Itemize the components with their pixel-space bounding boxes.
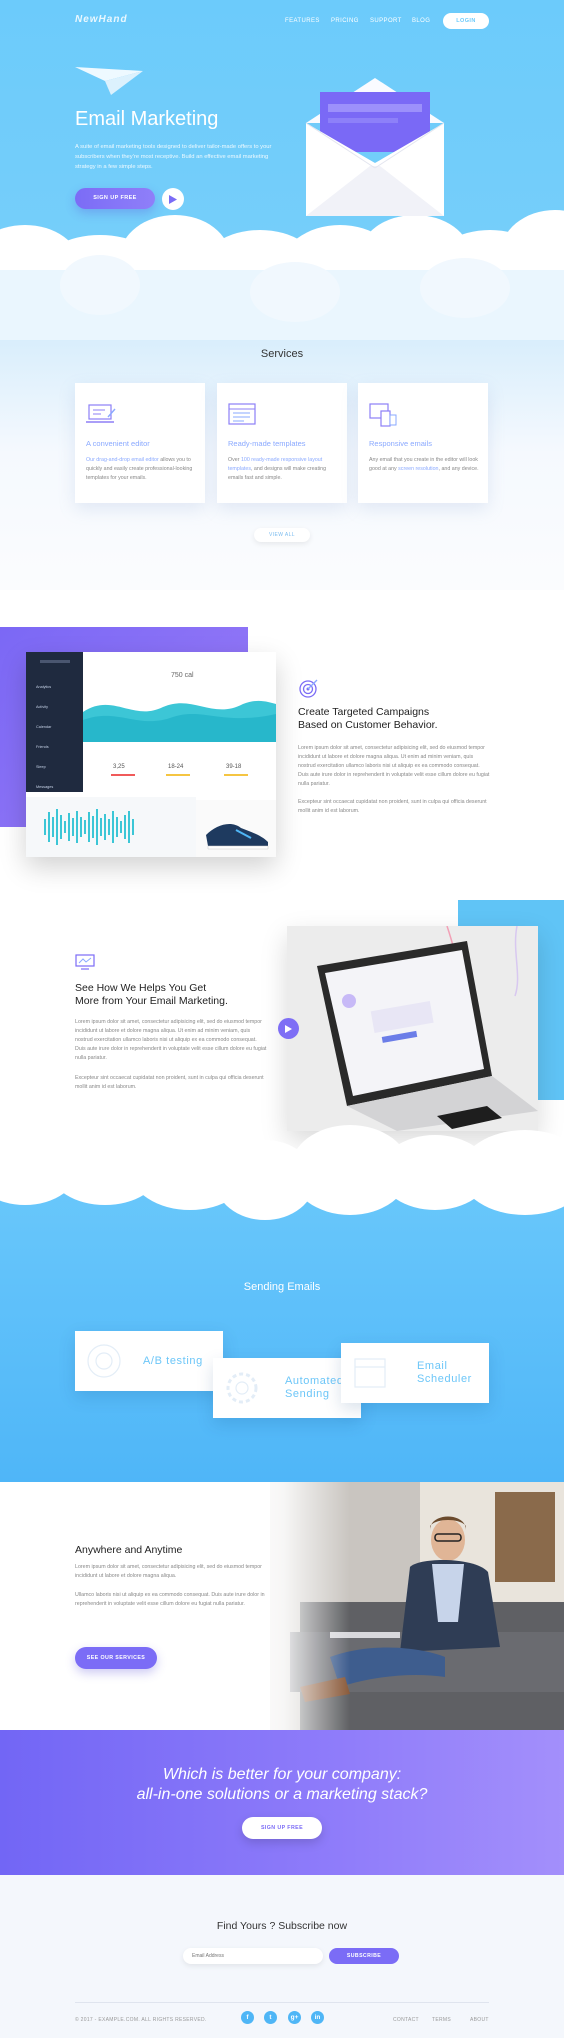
view-all-button[interactable]: VIEW ALL: [254, 528, 310, 542]
feature-card-automated-sending[interactable]: Automated Sending: [213, 1358, 361, 1418]
feature-label-line: Sending: [285, 1388, 330, 1400]
dash-menu-item: Calendar: [36, 725, 52, 729]
card-link[interactable]: screen resolution: [398, 466, 438, 472]
heading-line: More from Your Email Marketing.: [75, 995, 228, 1007]
feature-label-line: Email: [417, 1360, 448, 1372]
hero-description: A suite of email marketing tools designe…: [75, 144, 272, 170]
feature-label-line: A/B testing: [143, 1355, 203, 1367]
see-services-button[interactable]: SEE OUR SERVICES: [75, 1647, 157, 1669]
card-text-body: , and any device.: [438, 466, 479, 472]
dashboard-screenshot: Analytics Activity Calendar Friends Slee…: [26, 652, 276, 857]
anywhere-paragraph-2: Ullamco laboris nisi ut aliquip ex ea co…: [75, 1592, 265, 1607]
service-card-responsive[interactable]: Responsive emails Any email that you cre…: [358, 383, 488, 503]
feature-card-label: A/B testing: [143, 1355, 203, 1368]
laptop-edit-icon: [86, 404, 116, 423]
target-icon: [299, 679, 318, 698]
footer-divider: [75, 2002, 489, 2003]
hero-play-button[interactable]: [162, 188, 184, 210]
laptop-photo: [287, 926, 538, 1131]
dash-menu-item: Friends: [36, 745, 49, 749]
footer-link-terms[interactable]: TERMS: [432, 2017, 451, 2023]
nav-blog[interactable]: BLOG: [412, 18, 430, 24]
nav-support[interactable]: SUPPORT: [370, 18, 402, 24]
google-plus-icon[interactable]: g+: [288, 2011, 301, 2024]
heading-line: Create Targeted Campaigns: [298, 706, 430, 718]
helps-heading: See How We Helps You Get More from Your …: [75, 982, 228, 1008]
campaigns-paragraph-1: Lorem ipsum dolor sit amet, consectetur …: [298, 745, 490, 787]
feature-label-line: Automated: [285, 1375, 344, 1387]
subscribe-title: Find Yours ? Subscribe now: [216, 1920, 348, 1932]
dashboard-menu: Analytics Activity Calendar Friends Slee…: [36, 677, 73, 797]
facebook-icon[interactable]: f: [241, 2011, 254, 2024]
anywhere-paragraph-1: Lorem ipsum dolor sit amet, consectetur …: [75, 1564, 262, 1579]
template-icon: [228, 403, 256, 425]
cta-line: all-in-one solutions or a marketing stac…: [136, 1786, 428, 1803]
card-text: Any email that you create in the editor …: [369, 456, 479, 474]
calendar-icon: [354, 1358, 386, 1388]
campaigns-paragraph-2: Excepteur sint occaecat cupidatat non pr…: [298, 799, 487, 814]
site-logo[interactable]: NewHand: [75, 14, 128, 25]
nav-features[interactable]: FEATURES: [285, 18, 320, 24]
feature-label-line: Scheduler: [417, 1373, 472, 1385]
feature-card-email-scheduler[interactable]: Email Scheduler: [341, 1343, 489, 1403]
dashboard-stat: 18-24: [168, 764, 184, 770]
screen-chart-icon: [75, 954, 95, 970]
footer-link-contact[interactable]: CONTACT: [393, 2017, 419, 2023]
cta-line: Which is better for your company:: [162, 1766, 402, 1783]
video-play-button[interactable]: [278, 1018, 299, 1039]
nav-pricing[interactable]: PRICING: [331, 18, 359, 24]
dash-menu-item: Messages: [36, 785, 54, 789]
card-text: Our drag-and-drop email editor allows yo…: [86, 456, 196, 483]
hero-title: Email Marketing: [75, 108, 219, 130]
cta-signup-button[interactable]: SIGN UP FREE: [242, 1817, 322, 1839]
dashboard-sidebar: Analytics Activity Calendar Friends Slee…: [26, 652, 83, 792]
sending-section: [0, 1125, 564, 1482]
dash-menu-item: Analytics: [36, 685, 52, 689]
linkedin-icon[interactable]: in: [311, 2011, 324, 2024]
card-title: Ready-made templates: [228, 439, 306, 448]
card-text: Over 100 ready-made responsive layout te…: [228, 456, 338, 483]
email-input[interactable]: [183, 1948, 323, 1964]
subscribe-button[interactable]: SUBSCRIBE: [329, 1948, 399, 1964]
card-link[interactable]: Our drag-and-drop email editor: [86, 457, 159, 463]
play-icon: [285, 1024, 292, 1033]
gear-icon: [226, 1372, 258, 1404]
login-button[interactable]: LOGIN: [443, 13, 489, 29]
helps-paragraph-2: Excepteur sint occaecat cupidatat non pr…: [75, 1075, 264, 1090]
service-card-templates[interactable]: Ready-made templates Over 100 ready-made…: [217, 383, 347, 503]
dashboard-stat: 39-18: [226, 764, 242, 770]
hero-signup-button[interactable]: SIGN UP FREE: [75, 188, 155, 209]
dashboard-audio-wave: [26, 797, 196, 857]
helps-paragraph-1: Lorem ipsum dolor sit amet, consectetur …: [75, 1019, 267, 1061]
dash-menu-item: Activity: [36, 705, 49, 709]
envelope-illustration: [305, 78, 445, 216]
responsive-devices-icon: [369, 403, 397, 427]
play-icon: [169, 194, 177, 204]
card-title: A convenient editor: [86, 439, 150, 448]
heading-line: Based on Customer Behavior.: [298, 719, 438, 731]
services-title: Services: [260, 348, 304, 360]
feature-card-ab-testing[interactable]: A/B testing: [75, 1331, 223, 1391]
service-card-editor[interactable]: A convenient editor Our drag-and-drop em…: [75, 383, 205, 503]
campaigns-heading: Create Targeted Campaigns Based on Custo…: [298, 706, 438, 732]
dashboard-wave-chart: [83, 700, 276, 742]
feature-card-label: Email Scheduler: [417, 1360, 472, 1386]
card-title: Responsive emails: [369, 439, 432, 448]
sneaker-image: [196, 800, 276, 857]
paper-plane-icon: [75, 67, 143, 95]
copyright-text: © 2017 - EXAMPLE.COM. ALL RIGHTS RESERVE…: [75, 2017, 207, 2023]
footer-link-about[interactable]: ABOUT: [470, 2017, 489, 2023]
dashboard-stat: 3,25: [113, 764, 125, 770]
heading-line: See How We Helps You Get: [75, 982, 207, 994]
twitter-icon[interactable]: t: [264, 2011, 277, 2024]
dashboard-calories: 750 cal: [171, 672, 194, 679]
cta-heading: Which is better for your company: all-in…: [0, 1765, 564, 1805]
dash-menu-item: Sleep: [36, 765, 46, 769]
sending-title: Sending Emails: [243, 1281, 321, 1293]
card-text-pre: Over: [228, 457, 241, 463]
anywhere-title: Anywhere and Anytime: [75, 1544, 183, 1556]
ab-testing-icon: [87, 1344, 121, 1378]
feature-card-label: Automated Sending: [285, 1375, 344, 1401]
